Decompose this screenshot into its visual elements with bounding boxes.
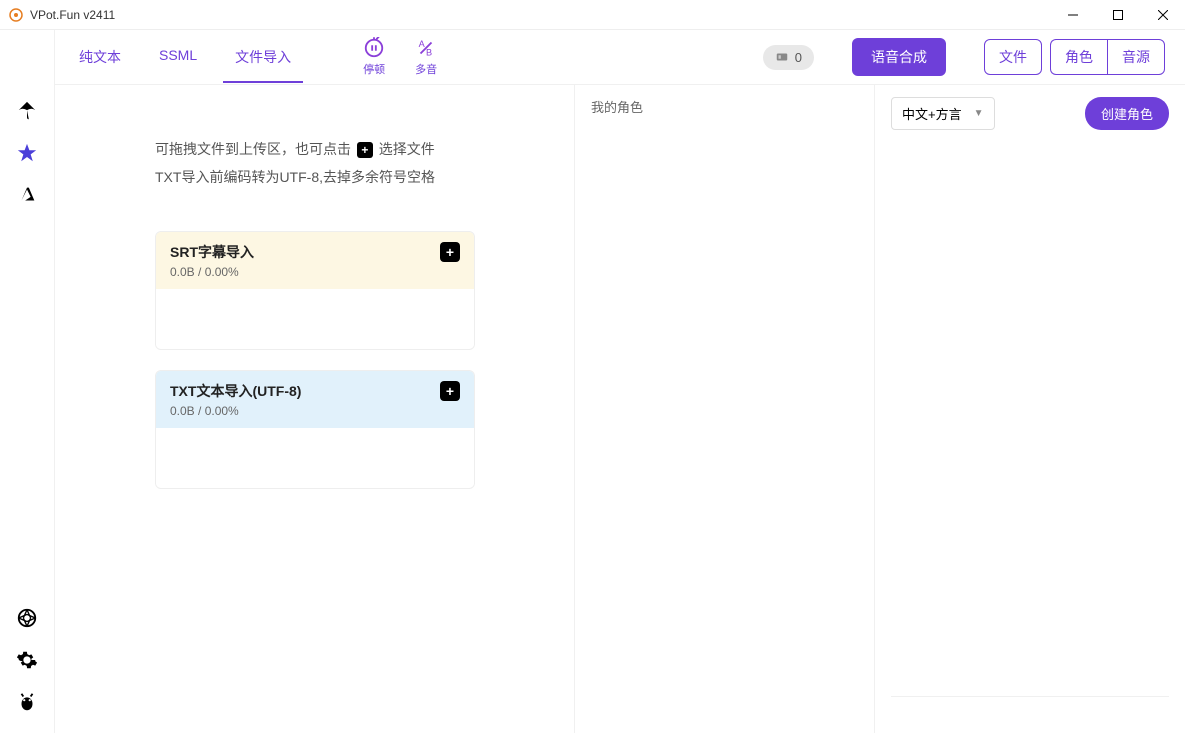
chevron-down-icon: ▼	[974, 108, 984, 119]
synthesize-button[interactable]: 语音合成	[852, 38, 946, 76]
my-roles-panel: 我的角色	[575, 85, 875, 733]
txt-add-button[interactable]: +	[440, 381, 460, 401]
token-badge[interactable]: 0	[763, 45, 814, 70]
create-role-button[interactable]: 创建角色	[1085, 97, 1169, 130]
help-text: 可拖拽文件到上传区，也可点击 + 选择文件 TXT导入前编码转为UTF-8,去掉…	[155, 135, 524, 191]
polyphone-tool-button[interactable]: AB 多音	[415, 37, 437, 77]
tab-file-import[interactable]: 文件导入	[231, 31, 295, 83]
tab-ssml[interactable]: SSML	[155, 31, 201, 83]
gear-icon[interactable]	[16, 649, 38, 671]
role-button[interactable]: 角色	[1050, 39, 1107, 75]
titlebar: VPot.Fun v2411	[0, 0, 1185, 30]
pause-tool-button[interactable]: 停顿	[363, 37, 385, 77]
aperture-icon[interactable]	[16, 607, 38, 629]
minimize-button[interactable]	[1050, 0, 1095, 30]
language-select[interactable]: 中文+方言 ▼	[891, 97, 995, 130]
window-title: VPot.Fun v2411	[30, 8, 1050, 22]
txt-title: TXT文本导入(UTF-8)	[170, 381, 301, 401]
sidebar	[0, 30, 55, 733]
plus-icon: +	[357, 142, 373, 158]
star-icon[interactable]	[16, 142, 38, 164]
srt-upload-card[interactable]: SRT字幕导入 0.0B / 0.00% +	[155, 231, 475, 350]
source-button[interactable]: 音源	[1107, 39, 1165, 75]
role-source-group: 角色 音源	[1050, 39, 1165, 75]
azure-icon[interactable]	[16, 184, 38, 206]
bug-icon[interactable]	[16, 691, 38, 713]
txt-drop-zone[interactable]	[156, 428, 474, 488]
window-controls	[1050, 0, 1185, 30]
umbrella-icon[interactable]	[16, 100, 38, 122]
toolbar: 纯文本 SSML 文件导入 停顿 AB 多音 0 语音合成 文件	[55, 30, 1185, 85]
srt-title: SRT字幕导入	[170, 242, 254, 262]
file-import-panel: 可拖拽文件到上传区，也可点击 + 选择文件 TXT导入前编码转为UTF-8,去掉…	[55, 85, 575, 733]
svg-text:A: A	[419, 39, 426, 49]
my-roles-title: 我的角色	[591, 97, 858, 116]
srt-drop-zone[interactable]	[156, 289, 474, 349]
tabs: 纯文本 SSML 文件导入	[75, 31, 295, 83]
tab-plain-text[interactable]: 纯文本	[75, 31, 125, 83]
polyphone-label: 多音	[415, 61, 437, 77]
txt-upload-card[interactable]: TXT文本导入(UTF-8) 0.0B / 0.00% +	[155, 370, 475, 489]
txt-status: 0.0B / 0.00%	[170, 404, 301, 418]
pause-label: 停顿	[363, 61, 385, 77]
app-icon	[8, 7, 24, 23]
srt-add-button[interactable]: +	[440, 242, 460, 262]
svg-text:B: B	[426, 47, 432, 57]
maximize-button[interactable]	[1095, 0, 1140, 30]
language-select-label: 中文+方言	[902, 104, 962, 123]
token-icon	[775, 50, 789, 64]
right-footer	[891, 696, 1169, 721]
close-button[interactable]	[1140, 0, 1185, 30]
token-count: 0	[795, 50, 802, 65]
right-panel: 中文+方言 ▼ 创建角色	[875, 85, 1185, 733]
srt-status: 0.0B / 0.00%	[170, 265, 254, 279]
file-button[interactable]: 文件	[984, 39, 1042, 75]
